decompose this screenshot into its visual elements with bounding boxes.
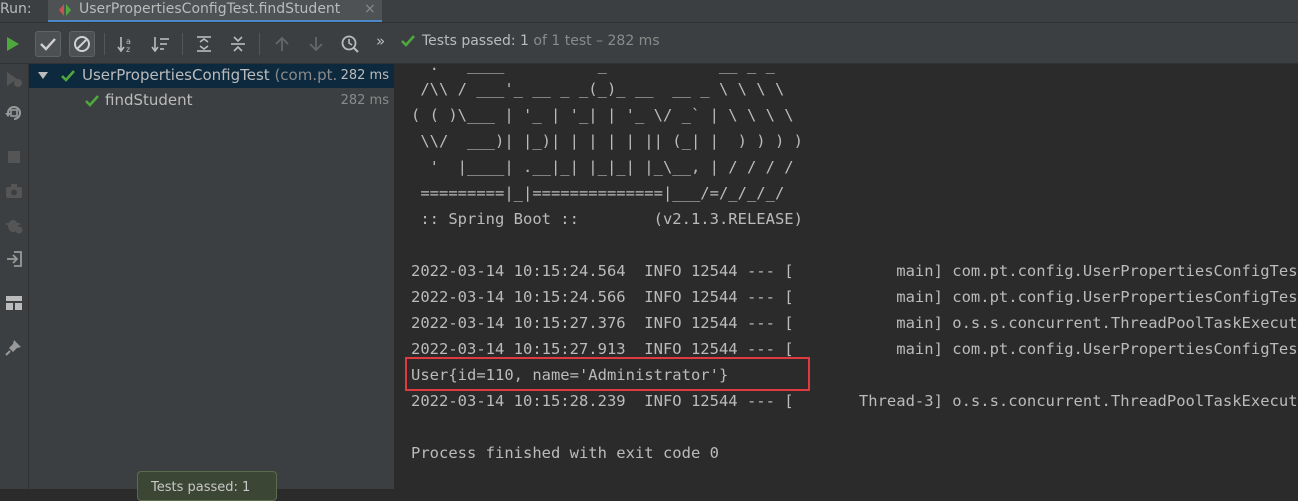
banner-line: =========|_|==============|___/=/_/_/_/ bbox=[411, 184, 785, 202]
show-ignored-icon[interactable] bbox=[69, 31, 95, 57]
rerun-failed-icon[interactable] bbox=[3, 68, 25, 90]
run-label: Run: bbox=[0, 1, 32, 17]
sort-alpha-icon[interactable]: az bbox=[114, 31, 140, 57]
run-tab-bar: Run: UserPropertiesConfigTest.findStuden… bbox=[0, 0, 1298, 23]
tree-node-label: UserPropertiesConfigTest (com.pt.c bbox=[82, 66, 346, 84]
status-count: 1 bbox=[520, 33, 529, 49]
tree-node-test-method[interactable]: findStudent 282 ms bbox=[29, 89, 394, 113]
show-passed-icon[interactable] bbox=[35, 31, 61, 57]
toolbar-separator bbox=[182, 33, 183, 55]
toggle-autotest-icon[interactable] bbox=[3, 102, 25, 124]
next-failed-icon[interactable] bbox=[303, 31, 329, 57]
banner-line: ( ( )\___ | '_ | '_| | '_ \/ _` | \ \ \ … bbox=[411, 106, 794, 124]
test-status-summary: Tests passed: 1 of 1 test – 282 ms bbox=[422, 33, 660, 49]
log-line: 2022-03-14 10:15:24.566 INFO 12544 --- [… bbox=[411, 288, 1298, 306]
log-line: 2022-03-14 10:15:27.376 INFO 12544 --- [… bbox=[411, 314, 1298, 332]
layout-icon[interactable] bbox=[3, 292, 25, 314]
test-method-name: findStudent bbox=[105, 91, 193, 109]
exit-icon[interactable] bbox=[3, 248, 25, 270]
notification-text: Tests passed: 1 bbox=[151, 480, 251, 495]
test-class-name: UserPropertiesConfigTest bbox=[82, 66, 270, 84]
prev-failed-icon[interactable] bbox=[269, 31, 295, 57]
banner-line: . ____ _ __ _ _ bbox=[411, 64, 775, 74]
passed-check-icon bbox=[85, 95, 99, 107]
passed-check-icon bbox=[61, 70, 75, 82]
run-config-tab[interactable]: UserPropertiesConfigTest.findStudent × bbox=[48, 0, 382, 22]
run-icon[interactable] bbox=[0, 31, 26, 57]
test-duration: 282 ms bbox=[336, 68, 389, 83]
status-suffix: of 1 test – 282 ms bbox=[528, 33, 660, 49]
left-action-strip bbox=[0, 64, 29, 489]
banner-line: \\/ ___)| |_)| | | | | || (_| | ) ) ) ) bbox=[411, 132, 803, 150]
test-runner-toolbar: az » Tests passed: 1 of 1 test – 282 ms bbox=[0, 23, 1298, 64]
test-results-tree: UserPropertiesConfigTest (com.pt.c 282 m… bbox=[29, 64, 395, 489]
debug-settings-icon[interactable] bbox=[3, 214, 25, 236]
stop-icon[interactable] bbox=[3, 146, 25, 168]
pin-icon[interactable] bbox=[3, 336, 25, 358]
banner-line: /\\ / ___'_ __ _ _(_)_ __ __ _ \ \ \ \ bbox=[411, 80, 785, 98]
collapse-all-icon[interactable] bbox=[225, 31, 251, 57]
banner-line: ' |____| .__|_| |_|_| |_\__, | / / / / bbox=[411, 158, 794, 176]
tests-passed-icon bbox=[401, 35, 415, 47]
expand-all-icon[interactable] bbox=[191, 31, 217, 57]
close-tab-icon[interactable]: × bbox=[364, 1, 376, 17]
console-output[interactable]: . ____ _ __ _ _ /\\ / ___'_ __ _ _(_)_ _… bbox=[395, 64, 1298, 489]
highlight-annotation-box bbox=[405, 357, 810, 391]
run-tab-title: UserPropertiesConfigTest.findStudent bbox=[79, 1, 341, 17]
test-history-icon[interactable] bbox=[337, 31, 363, 57]
toolbar-separator bbox=[259, 33, 260, 55]
status-prefix: Tests passed: bbox=[422, 33, 521, 49]
tests-passed-notification[interactable]: Tests passed: 1 bbox=[137, 471, 277, 501]
process-exit-line: Process finished with exit code 0 bbox=[411, 444, 719, 462]
banner-line: :: Spring Boot :: (v2.1.3.RELEASE) bbox=[411, 210, 803, 228]
test-class-package: (com.pt.c bbox=[274, 66, 346, 84]
test-duration: 282 ms bbox=[336, 93, 389, 108]
sort-duration-icon[interactable] bbox=[148, 31, 174, 57]
screenshot-icon[interactable] bbox=[3, 180, 25, 202]
test-config-icon bbox=[59, 4, 71, 16]
toolbar-overflow-icon[interactable]: » bbox=[376, 32, 385, 50]
log-line: 2022-03-14 10:15:28.239 INFO 12544 --- [… bbox=[411, 392, 1298, 410]
log-line: 2022-03-14 10:15:24.564 INFO 12544 --- [… bbox=[411, 262, 1298, 280]
svg-text:z: z bbox=[126, 45, 130, 53]
expand-arrow-icon[interactable] bbox=[37, 69, 49, 81]
toolbar-separator bbox=[104, 33, 105, 55]
tree-node-test-class[interactable]: UserPropertiesConfigTest (com.pt.c 282 m… bbox=[29, 64, 394, 88]
log-line: 2022-03-14 10:15:27.913 INFO 12544 --- [… bbox=[411, 340, 1298, 358]
